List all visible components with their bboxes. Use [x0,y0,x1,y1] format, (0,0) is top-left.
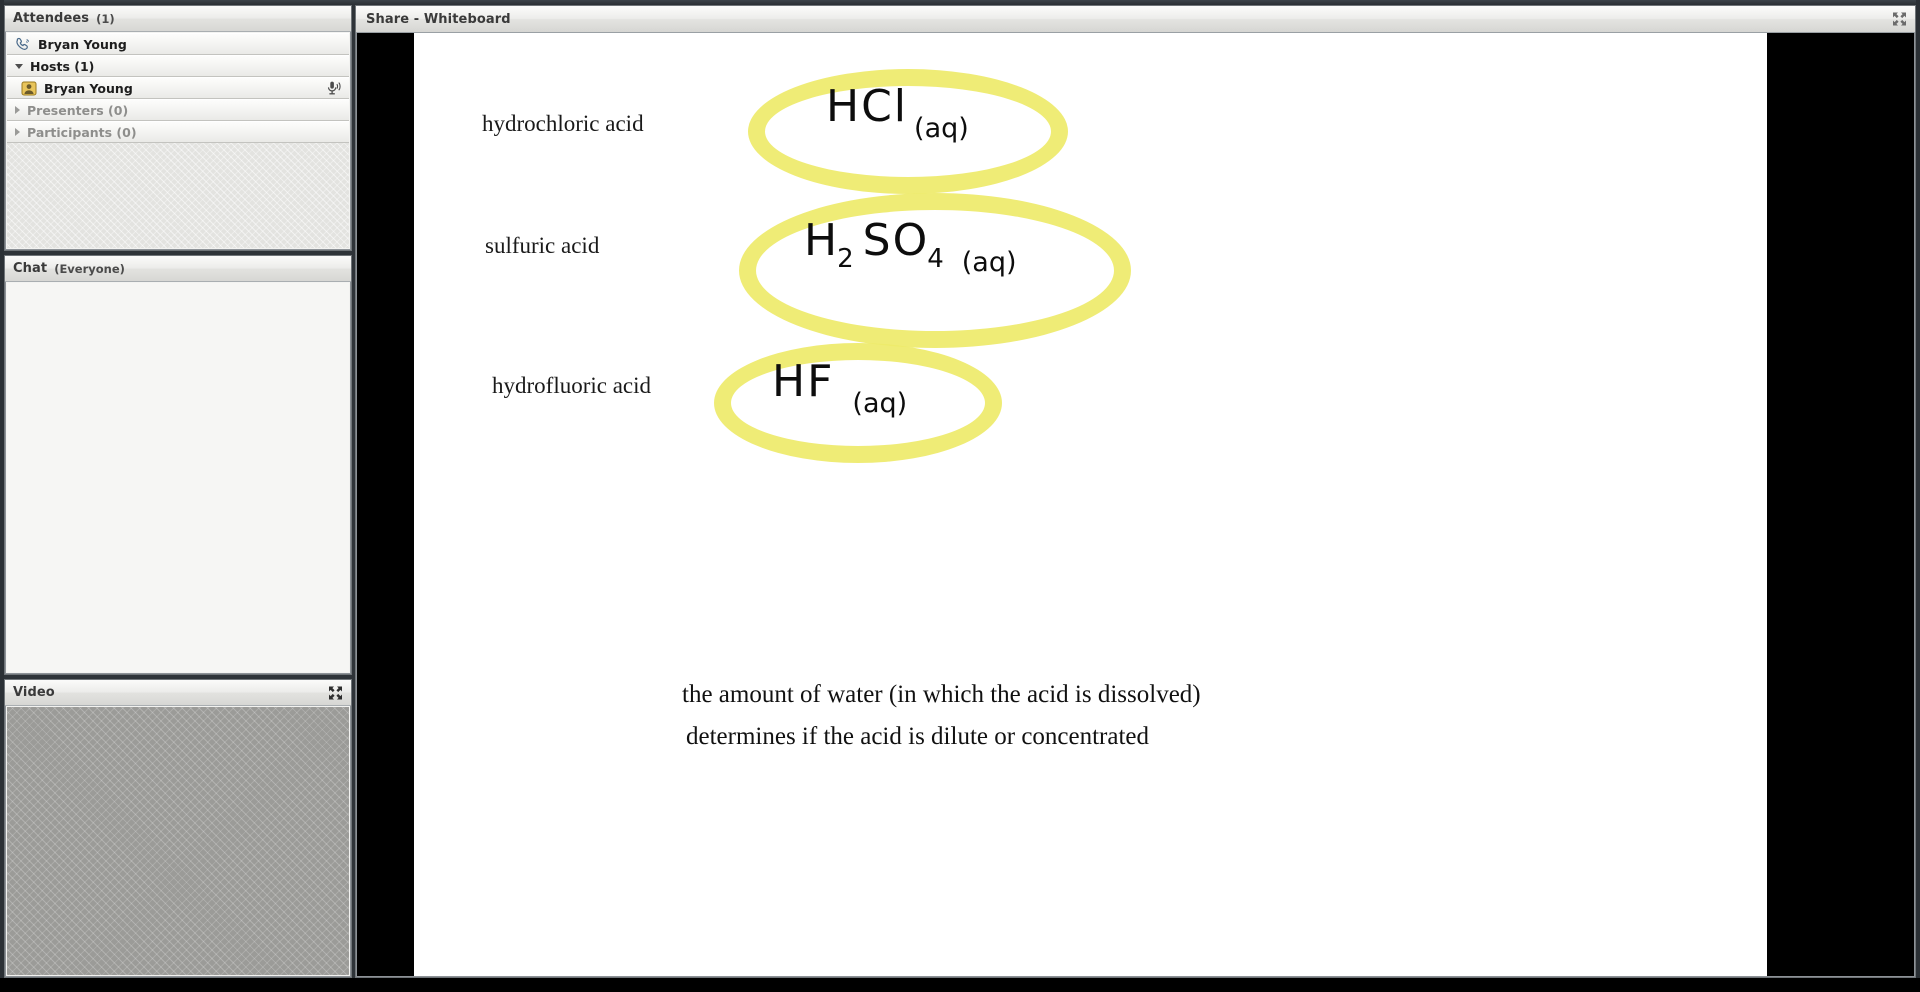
formula-1: HCl (aq) [826,81,969,144]
fullscreen-icon[interactable] [328,685,343,700]
window-right-chrome [1916,0,1920,992]
video-pod: Video [4,679,352,978]
host-avatar-icon [21,81,37,95]
formula-2-tail: SO [862,215,930,266]
attendees-empty-area [7,143,349,248]
attendees-pod-header: Attendees (1) [5,6,351,32]
chat-pod-body[interactable] [7,283,349,672]
formula-2-sub2: 4 [927,244,944,274]
window-bottom-chrome [0,978,1920,992]
attendee-host-name: Bryan Young [44,80,133,96]
attendees-pod-title: Attendees [13,11,90,26]
formula-2-state: (aq) [961,247,1017,278]
attendees-count: (1) [96,11,115,26]
formula-3: HF (aq) [772,356,907,419]
whiteboard-label-acid-3: hydrofluoric acid [492,373,652,398]
meeting-window: Attendees (1) Bryan Young Hosts (1) Brya… [0,0,1920,992]
chevron-right-icon [15,106,20,114]
whiteboard-note-line-1: the amount of water (in which the acid i… [682,681,1201,708]
chat-pod: Chat (Everyone) [4,255,352,675]
attendee-row-host-bryan-young[interactable]: Bryan Young [7,77,349,99]
phone-handset-icon [16,37,30,50]
chat-scope-label: (Everyone) [54,261,125,276]
whiteboard-canvas[interactable]: hydrochloric acid HCl (aq) sulfuric acid … [414,33,1767,976]
share-pod-body[interactable]: hydrochloric acid HCl (aq) sulfuric acid … [357,33,1914,976]
formula-2-sub: 2 [837,244,854,274]
microphone-active-icon[interactable] [325,80,342,96]
share-pod: Share - Whiteboard hydrochloric acid HCl… [355,5,1916,978]
formula-1-main: HCl [826,81,909,132]
fullscreen-icon[interactable] [1892,12,1907,27]
share-pod-header: Share - Whiteboard [356,6,1915,33]
video-pod-header: Video [5,680,351,706]
formula-2-main: H [804,215,840,266]
whiteboard-label-acid-1: hydrochloric acid [482,111,644,136]
chat-pod-header: Chat (Everyone) [5,256,351,282]
attendees-group-presenters-label: Presenters (0) [27,102,129,118]
video-placeholder [7,707,349,975]
formula-2: H2 SO4 (aq) [804,215,1017,278]
formula-3-main: HF [772,356,835,407]
attendees-group-hosts[interactable]: Hosts (1) [7,55,349,77]
attendees-group-participants-label: Participants (0) [27,124,137,140]
attendee-self-name: Bryan Young [38,36,127,52]
whiteboard-note-line-2: determines if the acid is dilute or conc… [686,723,1150,750]
share-pod-title: Share - Whiteboard [366,11,511,27]
chat-message-list[interactable] [7,283,349,672]
chat-pod-title: Chat [13,261,48,276]
attendees-group-presenters[interactable]: Presenters (0) [7,99,349,121]
attendees-group-hosts-label: Hosts (1) [30,58,95,74]
chevron-down-icon [15,63,23,69]
video-pod-body[interactable] [7,707,349,975]
formula-3-state: (aq) [852,388,908,419]
formula-1-state: (aq) [914,113,969,144]
attendee-self-row[interactable]: Bryan Young [7,33,349,55]
attendees-pod-body: Bryan Young Hosts (1) Bryan Young Presen… [7,33,349,248]
video-pod-title: Video [13,685,55,700]
attendees-group-participants[interactable]: Participants (0) [7,121,349,143]
whiteboard-label-acid-2: sulfuric acid [485,233,600,258]
chevron-right-icon [15,128,20,136]
attendees-pod: Attendees (1) Bryan Young Hosts (1) Brya… [4,5,352,251]
